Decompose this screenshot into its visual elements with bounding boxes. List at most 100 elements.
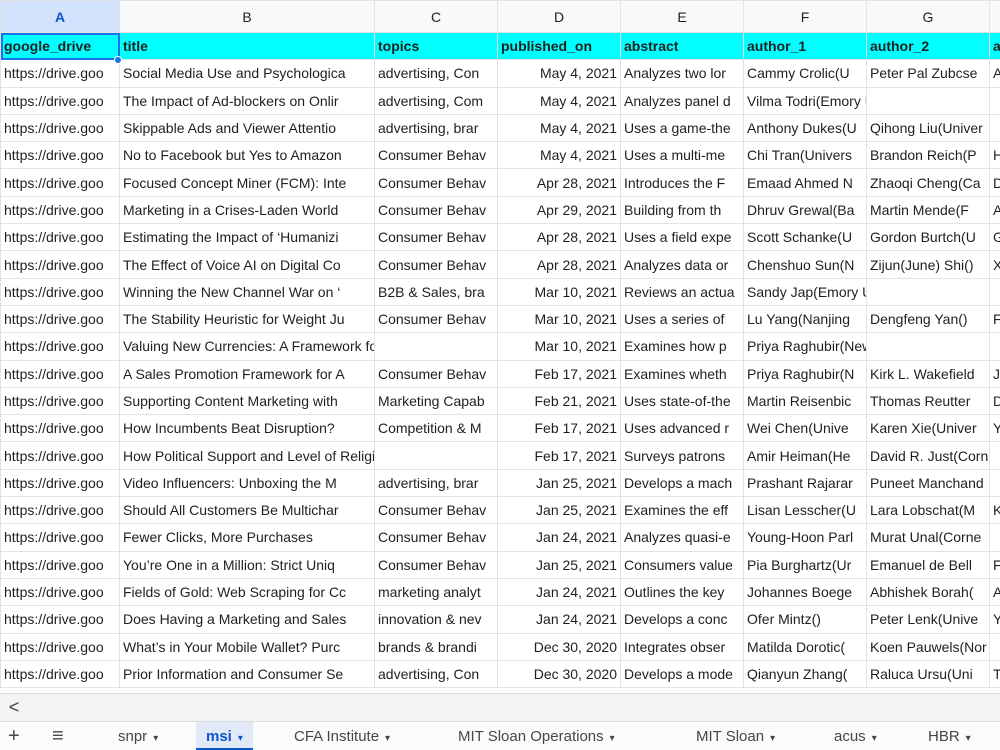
table-cell[interactable] [866,277,990,306]
table-cell[interactable]: Peter Lenk(Unive [866,605,990,634]
horizontal-scrollbar[interactable]: < [0,693,1000,721]
table-cell[interactable]: Introduces the F [620,168,744,197]
table-cell[interactable]: Gordon Burtch(U [866,223,990,252]
table-cell[interactable]: advertising, Con [374,659,498,689]
chevron-down-icon[interactable]: ▾ [385,733,390,744]
table-cell[interactable]: Koen Pauwels(Nor [866,632,990,661]
table-cell[interactable]: Cammy Crolic(U [743,59,867,88]
table-cell[interactable]: X [989,250,1000,279]
table-cell[interactable]: Qianyun Zhang( [743,659,867,689]
table-cell[interactable]: May 4, 2021 [497,141,621,170]
table-cell[interactable]: https://drive.goo [0,168,120,197]
table-cell[interactable]: https://drive.goo [0,113,120,143]
table-cell[interactable]: https://drive.goo [0,332,120,361]
table-cell[interactable] [866,332,990,361]
table-cell[interactable]: Vilma Todri(Emory University) [743,86,867,115]
table-cell[interactable]: A Sales Promotion Framework for A [119,359,375,388]
table-cell[interactable]: Jan 24, 2021 [497,605,621,634]
table-cell[interactable]: Develops a mach [620,468,744,498]
table-cell[interactable]: Johannes Boege [743,577,867,607]
table-cell[interactable]: Consumer Behav [374,195,498,225]
table-cell[interactable]: The Effect of Voice AI on Digital Co [119,250,375,279]
table-cell[interactable]: Dec 30, 2020 [497,632,621,661]
table-cell[interactable]: Dengfeng Yan() [866,304,990,334]
table-cell[interactable]: Amir Heiman(He [743,441,867,470]
table-cell[interactable]: https://drive.goo [0,550,120,579]
table-cell[interactable]: How Incumbents Beat Disruption? [119,414,375,443]
table-cell[interactable]: https://drive.goo [0,195,120,225]
table-cell[interactable]: Feb 17, 2021 [497,359,621,388]
table-cell[interactable]: Apr 28, 2021 [497,168,621,197]
table-cell[interactable]: Martin Mende(F [866,195,990,225]
table-cell[interactable]: advertising, brar [374,113,498,143]
column-header-F[interactable]: F [743,0,867,33]
header-cell-a[interactable]: a [989,31,1000,61]
table-cell[interactable]: Lara Lobschat(M [866,496,990,525]
table-cell[interactable]: Sandy Jap(Emory University) [743,277,867,306]
header-cell-google_drive[interactable]: google_drive [0,31,120,61]
table-cell[interactable] [989,468,1000,498]
header-cell-title[interactable]: title [119,31,375,61]
table-cell[interactable]: Analyzes data or [620,250,744,279]
table-cell[interactable]: Skippable Ads and Viewer Attentio [119,113,375,143]
table-cell[interactable]: Consumer Behav [374,304,498,334]
table-cell[interactable]: Mar 10, 2021 [497,332,621,361]
table-cell[interactable]: https://drive.goo [0,223,120,252]
table-cell[interactable]: You’re One in a Million: Strict Uniq [119,550,375,579]
table-cell[interactable]: Feb 17, 2021 [497,414,621,443]
table-cell[interactable]: Puneet Manchand [866,468,990,498]
table-cell[interactable]: The Stability Heuristic for Weight Ju [119,304,375,334]
chevron-down-icon[interactable]: ▾ [966,733,971,744]
table-cell[interactable]: The Impact of Ad-blockers on Onlir [119,86,375,115]
table-cell[interactable]: Examines the eff [620,496,744,525]
tab-mit-sloan[interactable]: MIT Sloan ▾ [686,722,785,750]
table-cell[interactable]: Zhaoqi Cheng(Ca [866,168,990,197]
table-cell[interactable]: Young-Hoon Parl [743,523,867,552]
table-cell[interactable]: Analyzes two lor [620,59,744,88]
table-cell[interactable]: https://drive.goo [0,250,120,279]
chevron-down-icon[interactable]: ▾ [610,733,615,744]
table-cell[interactable]: Outlines the key [620,577,744,607]
chevron-down-icon[interactable]: ▾ [872,733,877,744]
table-cell[interactable]: https://drive.goo [0,577,120,607]
table-cell[interactable]: advertising, Con [374,59,498,88]
table-cell[interactable]: Jan 25, 2021 [497,550,621,579]
table-cell[interactable]: A [989,577,1000,607]
table-cell[interactable]: Abhishek Borah( [866,577,990,607]
table-cell[interactable]: https://drive.goo [0,632,120,661]
table-cell[interactable]: Consumer Behav [374,168,498,197]
table-cell[interactable] [989,523,1000,552]
column-header-next[interactable] [989,0,1000,33]
table-cell[interactable]: Uses a game-the [620,113,744,143]
table-cell[interactable]: May 4, 2021 [497,86,621,115]
table-cell[interactable]: Should All Customers Be Multichar [119,496,375,525]
table-cell[interactable]: Y [989,605,1000,634]
table-cell[interactable]: Matilda Dorotic( [743,632,867,661]
table-cell[interactable]: Examines how p [620,332,744,361]
table-cell[interactable]: Building from th [620,195,744,225]
table-cell[interactable]: Consumer Behav [374,496,498,525]
table-cell[interactable]: Scott Schanke(U [743,223,867,252]
table-cell[interactable]: Chi Tran(Univers [743,141,867,170]
header-cell-author_2[interactable]: author_2 [866,31,990,61]
table-cell[interactable]: https://drive.goo [0,359,120,388]
table-cell[interactable]: Dhruv Grewal(Ba [743,195,867,225]
table-cell[interactable]: https://drive.goo [0,59,120,88]
table-cell[interactable]: B2B & Sales, bra [374,277,498,306]
table-cell[interactable]: Social Media Use and Psychologica [119,59,375,88]
table-cell[interactable]: Apr 29, 2021 [497,195,621,225]
table-cell[interactable]: G [989,223,1000,252]
table-cell[interactable]: Lisan Lesscher(U [743,496,867,525]
table-cell[interactable]: Fields of Gold: Web Scraping for Cc [119,577,375,607]
table-cell[interactable]: Karen Xie(Univer [866,414,990,443]
table-cell[interactable]: Zijun(June) Shi() [866,250,990,279]
spreadsheet-grid[interactable]: A B C D E F Ggoogle_drive title topics published_… [0,0,1000,693]
table-cell[interactable]: https://drive.goo [0,86,120,115]
table-cell[interactable]: J [989,359,1000,388]
table-cell[interactable]: advertising, brar [374,468,498,498]
table-cell[interactable]: https://drive.goo [0,468,120,498]
tab-cfa-institute[interactable]: CFA Institute ▾ [284,722,400,750]
table-cell[interactable]: May 4, 2021 [497,59,621,88]
tab-snpr[interactable]: snpr ▾ [108,722,168,750]
column-header-D[interactable]: D [497,0,621,33]
